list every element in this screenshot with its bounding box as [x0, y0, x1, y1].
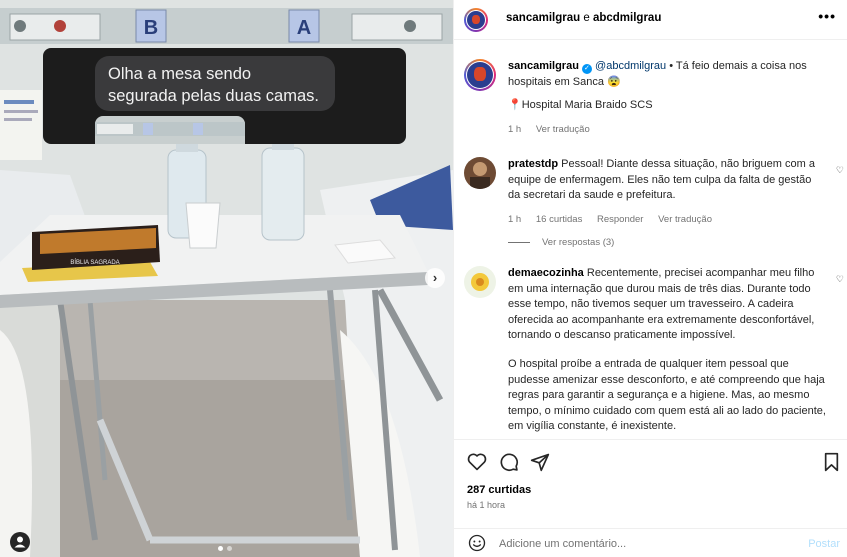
author-names: sancamilgrau e abcdmilgrau [506, 12, 661, 24]
post-comment-button[interactable]: Postar [808, 538, 840, 550]
carousel-dots [218, 546, 232, 551]
comment-body: pratestdp Pessoal! Diante dessa situação… [508, 157, 826, 227]
caption-author[interactable]: sancamilgrau [508, 60, 579, 72]
comment-input[interactable] [499, 538, 789, 550]
likes-count[interactable]: 287 curtidas [467, 484, 531, 496]
location-pin-icon: 📍 [508, 99, 522, 112]
comment-likes-link[interactable]: 16 curtidas [536, 214, 582, 225]
comment-author[interactable]: pratestdp [508, 158, 558, 170]
location-name[interactable]: Hospital Maria Braido SCS [522, 99, 653, 111]
caption-avatar[interactable] [464, 59, 496, 91]
emoji-icon[interactable] [468, 534, 486, 552]
comment-like-heart-icon[interactable]: ♡ [836, 165, 844, 176]
book-title: BÍBLIA SAGRADA [70, 259, 119, 266]
bookmark-icon[interactable] [823, 452, 840, 472]
bed-label-b: B [144, 17, 158, 39]
caption-translate-link[interactable]: Ver tradução [536, 124, 590, 135]
carousel-dot [227, 546, 232, 551]
comment-time: 1 h [508, 213, 522, 225]
screenshot-overlay: Olha a mesa sendo segurada pelas duas ca… [43, 48, 406, 144]
comments-scroll[interactable]: sancamilgrau ✓ @abcdmilgrau • Tá feio de… [454, 41, 847, 439]
location[interactable]: 📍Hospital Maria Braido SCS [508, 98, 826, 114]
caption-body: sancamilgrau ✓ @abcdmilgrau • Tá feio de… [508, 59, 826, 137]
comment-body: demaecozinha Recentemente, precisei acom… [508, 266, 826, 435]
comment-author[interactable]: demaecozinha [508, 267, 584, 279]
comment-text-paragraph: O hospital proíbe a entrada de qualquer … [508, 357, 826, 433]
replies-divider [508, 241, 530, 243]
view-replies-button[interactable]: Ver respostas (3) [508, 237, 614, 248]
verified-badge-icon: ✓ [581, 64, 592, 74]
bed-label-a: A [297, 17, 311, 39]
overlay-thumbnail [95, 116, 245, 144]
commenter-avatar[interactable] [464, 266, 496, 298]
comment-meta: 1 h 16 curtidas Responder Ver tradução [508, 212, 826, 228]
user-tag-icon[interactable] [10, 532, 30, 552]
coauthor-link[interactable]: abcdmilgrau [593, 12, 661, 24]
comment-translate-link[interactable]: Ver tradução [658, 214, 712, 225]
post-media[interactable]: B A BÍBLIA SAGRADA Olha a mesa sendo seg… [0, 0, 453, 557]
comment-reply-button[interactable]: Responder [597, 214, 643, 225]
author-link[interactable]: sancamilgrau [506, 12, 580, 24]
overlay-message: Olha a mesa sendo segurada pelas duas ca… [95, 56, 335, 111]
view-replies-label[interactable]: Ver respostas (3) [542, 237, 614, 248]
post-header: sancamilgrau e abcdmilgrau ••• [454, 0, 847, 40]
heart-icon[interactable] [467, 452, 487, 471]
author-connector: e [583, 12, 590, 24]
post-panel: sancamilgrau e abcdmilgrau ••• sancamilg… [453, 0, 847, 557]
author-avatar[interactable] [464, 8, 488, 32]
comment-icon[interactable] [499, 452, 519, 472]
commenter-avatar[interactable] [464, 157, 496, 189]
more-options-icon[interactable]: ••• [818, 8, 836, 24]
carousel-dot [218, 546, 223, 551]
share-icon[interactable] [530, 452, 550, 472]
comment-like-heart-icon[interactable]: ♡ [836, 274, 844, 285]
action-bar [454, 439, 847, 481]
chevron-right-icon[interactable]: › [425, 268, 445, 288]
caption-mention[interactable]: @abcdmilgrau [595, 60, 666, 72]
caption-meta: 1 h Ver tradução [508, 122, 826, 138]
caption-time: 1 h [508, 123, 522, 135]
add-comment-bar: Postar [454, 528, 847, 557]
post-time: há 1 hora [467, 500, 506, 510]
